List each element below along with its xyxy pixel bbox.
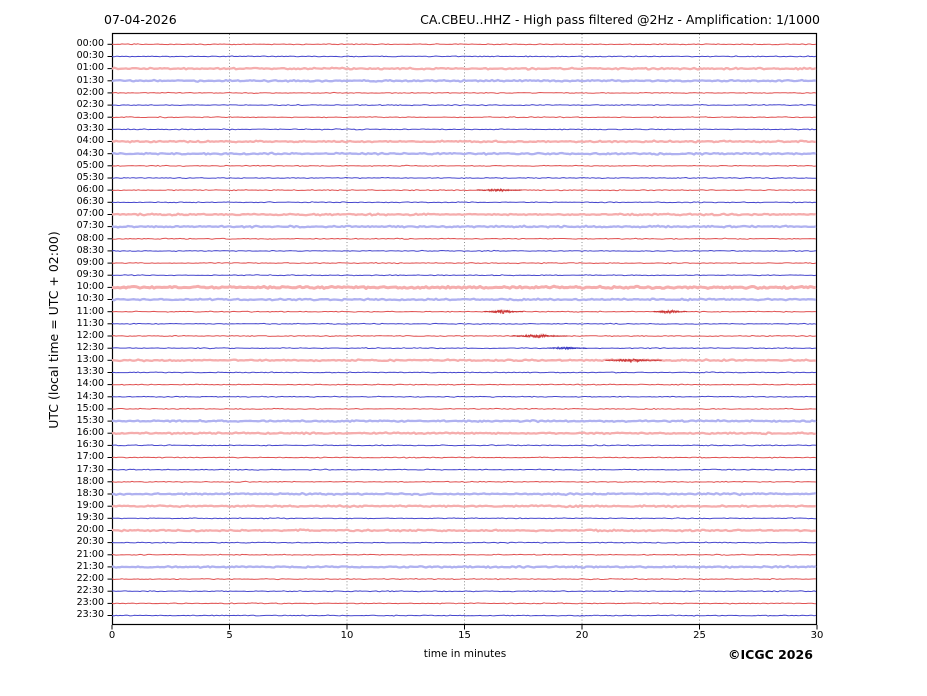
date-label: 07-04-2026 <box>104 12 177 27</box>
x-axis-label: time in minutes <box>423 648 507 660</box>
y-axis-label: UTC (local time = UTC + 02:00) <box>46 231 61 429</box>
plot-title: CA.CBEU..HHZ - High pass filtered @2Hz -… <box>420 12 820 27</box>
seismogram-plot <box>107 32 818 630</box>
copyright-label: ©ICGC 2026 <box>728 647 813 662</box>
